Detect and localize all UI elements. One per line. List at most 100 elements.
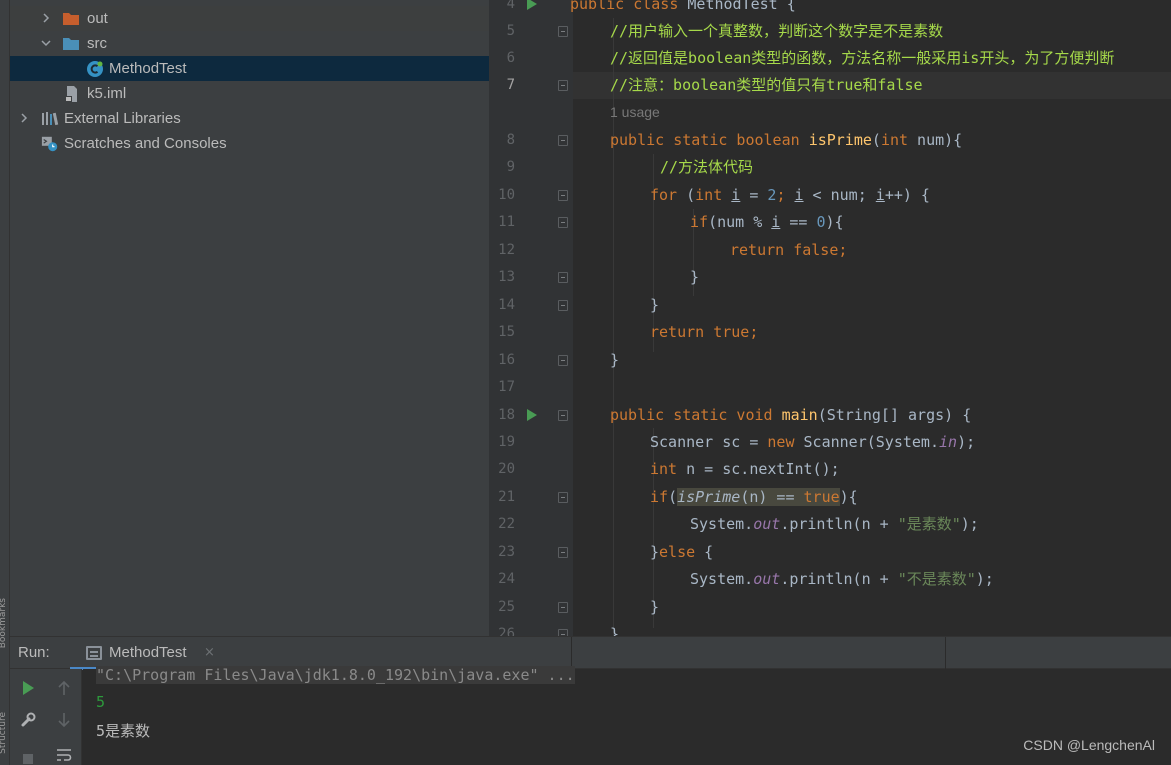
line-number: 24: [498, 571, 515, 587]
code-line: 4 public class MethodTest {: [489, 0, 1171, 18]
code-token: for: [650, 186, 687, 204]
code-editor[interactable]: 4 public class MethodTest { 5 //用户输入一个真整…: [489, 0, 1171, 636]
tree-item-out[interactable]: out: [10, 6, 489, 31]
code-line: 12 return false;: [489, 237, 1171, 264]
code-token: (n) ==: [740, 488, 804, 506]
line-number: 11: [498, 214, 515, 230]
fold-marker-icon[interactable]: [558, 547, 568, 558]
fold-marker-icon[interactable]: [558, 80, 568, 91]
divider: [945, 637, 946, 669]
tree-item-methodtest[interactable]: MethodTest: [10, 56, 489, 81]
code-token: i: [731, 186, 741, 204]
fold-marker-icon[interactable]: [558, 410, 568, 421]
console-command-line: "C:\Program Files\Java\jdk1.8.0_192\bin\…: [96, 666, 575, 684]
code-token: (: [686, 186, 696, 204]
fold-marker-icon[interactable]: [558, 602, 568, 613]
console-icon: [86, 646, 102, 660]
console-output: 5是素数: [96, 722, 151, 740]
fold-marker-icon[interactable]: [558, 272, 568, 283]
code-comment: //用户输入一个真整数，判断这个数字是不是素数: [610, 22, 944, 40]
scroll-down-button[interactable]: [52, 708, 76, 732]
code-token: true;: [713, 323, 759, 341]
fold-marker-icon[interactable]: [558, 629, 568, 636]
code-line: 15 return true;: [489, 319, 1171, 346]
scroll-up-button[interactable]: [52, 676, 76, 700]
settings-button[interactable]: [16, 708, 40, 732]
code-token: }: [650, 543, 660, 561]
code-line: 7 //注意：boolean类型的值只有true和false: [489, 72, 1171, 99]
fold-marker-icon[interactable]: [558, 355, 568, 366]
tree-item-label: Scratches and Consoles: [64, 135, 227, 152]
code-token: int: [695, 186, 732, 204]
code-token: in: [939, 433, 958, 451]
fold-marker-icon[interactable]: [558, 26, 568, 37]
arrow-up-icon: [58, 680, 70, 695]
code-token: System.: [690, 570, 754, 588]
rerun-button[interactable]: [16, 676, 40, 700]
usage-hint[interactable]: 1 usage: [610, 99, 660, 126]
tree-item-scratches[interactable]: Scratches and Consoles: [10, 131, 489, 156]
code-line: 6 //返回值是boolean类型的函数，方法名称一般采用is开头，为了方便判断: [489, 45, 1171, 72]
line-number: 7: [506, 77, 515, 93]
bookmarks-tool-button[interactable]: Bookmarks: [0, 598, 10, 648]
code-token: "是素数": [897, 515, 961, 533]
code-token: public class: [570, 0, 688, 13]
code-token: n = sc.nextInt();: [686, 460, 840, 478]
code-token: ){: [839, 488, 858, 506]
structure-tool-button[interactable]: Structure: [0, 712, 10, 754]
code-token: (: [871, 131, 881, 149]
code-token: .println(n +: [780, 570, 898, 588]
code-token: false;: [793, 241, 848, 259]
code-line: 22 System.out.println(n + "是素数");: [489, 511, 1171, 538]
run-gutter-icon[interactable]: [527, 409, 537, 421]
code-token: {: [695, 543, 714, 561]
code-token: }: [690, 268, 700, 286]
run-tab-methodtest[interactable]: MethodTest ×: [70, 637, 232, 670]
line-number: 22: [498, 516, 515, 532]
code-token: );: [960, 515, 979, 533]
project-tree: out src MethodTest k5.iml External Libra…: [10, 0, 489, 636]
tree-item-external-libraries[interactable]: External Libraries: [10, 106, 489, 131]
line-number: 26: [498, 626, 515, 636]
code-comment: //方法体代码: [660, 158, 754, 176]
fold-marker-icon[interactable]: [558, 217, 568, 228]
close-icon[interactable]: ×: [204, 645, 215, 660]
code-token: public static void: [610, 406, 782, 424]
fold-marker-icon[interactable]: [558, 300, 568, 311]
code-token: (: [668, 488, 678, 506]
run-label: Run:: [18, 644, 50, 661]
soft-wrap-button[interactable]: [52, 743, 76, 765]
source-folder-icon: [62, 36, 80, 51]
wrench-icon: [21, 712, 36, 727]
code-token: int: [650, 460, 687, 478]
line-number: 4: [506, 0, 515, 12]
tree-item-src[interactable]: src: [10, 31, 489, 56]
fold-marker-icon[interactable]: [558, 135, 568, 146]
run-gutter-icon[interactable]: [527, 0, 537, 10]
chevron-down-icon[interactable]: [40, 37, 52, 51]
chevron-right-icon[interactable]: [40, 12, 52, 26]
code-token: if: [690, 213, 709, 231]
run-console[interactable]: "C:\Program Files\Java\jdk1.8.0_192\bin\…: [83, 666, 1171, 765]
module-file-icon: [63, 85, 81, 102]
line-number: 16: [498, 352, 515, 368]
code-token: isPrime: [677, 488, 741, 506]
code-token: true: [803, 488, 840, 506]
stop-button[interactable]: [16, 747, 40, 765]
code-token: ;: [776, 186, 795, 204]
code-token: i: [771, 213, 781, 231]
code-token: return: [730, 241, 794, 259]
tree-item-k5-iml[interactable]: k5.iml: [10, 81, 489, 106]
code-line: 20 int n = sc.nextInt();: [489, 456, 1171, 483]
code-line: 13 }: [489, 264, 1171, 291]
chevron-right-icon[interactable]: [18, 112, 30, 126]
code-token: (String[] args) {: [817, 406, 972, 424]
divider: [571, 637, 572, 669]
fold-marker-icon[interactable]: [558, 190, 568, 201]
tree-item-label: MethodTest: [109, 60, 187, 77]
fold-marker-icon[interactable]: [558, 492, 568, 503]
code-line: 17: [489, 374, 1171, 401]
line-number: 23: [498, 544, 515, 560]
line-number: 6: [506, 50, 515, 66]
line-number: 19: [498, 434, 515, 450]
